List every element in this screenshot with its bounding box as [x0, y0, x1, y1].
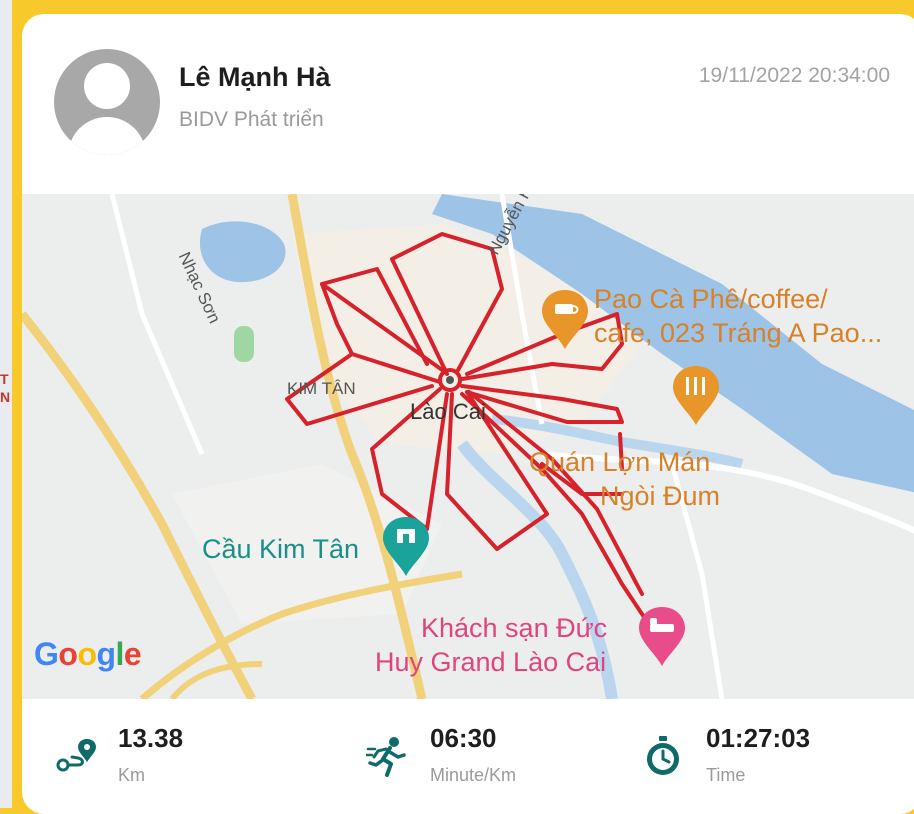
stopwatch-icon: [647, 736, 679, 775]
time-value: 01:27:03: [706, 723, 811, 753]
time-unit: Time: [706, 765, 746, 785]
pace-value: 06:30: [430, 723, 497, 753]
user-name[interactable]: Lê Mạnh Hà: [179, 62, 331, 93]
route-map[interactable]: Nguyễn Huệ Nhạc Sơn KIM TÂN Lào Cai Pao …: [22, 194, 914, 699]
previous-card-label: T N: [0, 371, 11, 405]
runner-icon: [366, 737, 406, 777]
pace-unit: Minute/Km: [430, 765, 517, 785]
route-icon: [56, 739, 96, 772]
poi-restaurant-label-2[interactable]: Ngòi Đum: [600, 481, 720, 512]
avatar-body-shape: [68, 117, 146, 155]
hotel-pin-icon: [639, 607, 685, 666]
area-label-kim-tan: KIM TÂN: [287, 379, 356, 398]
distance-value: 13.38: [118, 723, 184, 753]
poi-restaurant-label-1[interactable]: Quán Lợn Mán: [529, 447, 710, 478]
previous-card-edge: T N: [0, 0, 12, 808]
user-organization: BIDV Phát triển: [179, 108, 324, 131]
city-marker: [446, 376, 454, 384]
stat-time: 01:27:03 Time: [642, 721, 892, 791]
road-minor-1: [109, 194, 205, 455]
poi-bridge-label[interactable]: Cầu Kim Tân: [202, 534, 359, 565]
distance-unit: Km: [118, 765, 145, 785]
city-label: Lào Cai: [410, 399, 486, 424]
stat-distance: 13.38 Km: [54, 721, 304, 791]
poi-cafe-label-2[interactable]: cafe, 023 Tráng A Pao...: [594, 318, 882, 349]
activity-stats: 13.38 Km 06:30 Minute/Km 01:27:03 Time: [22, 709, 914, 814]
poi-cafe-label-1[interactable]: Pao Cà Phê/coffee/: [594, 284, 828, 315]
stat-pace: 06:30 Minute/Km: [366, 721, 616, 791]
restaurant-pin-icon: [673, 366, 719, 425]
poi-hotel-label-2[interactable]: Huy Grand Lào Cai: [375, 647, 606, 678]
post-timestamp: 19/11/2022 20:34:00: [698, 64, 890, 87]
avatar[interactable]: [54, 49, 160, 155]
google-logo: Google: [34, 636, 142, 672]
park: [234, 326, 254, 362]
poi-hotel-label-1[interactable]: Khách sạn Đức: [421, 613, 607, 644]
avatar-head-shape: [84, 63, 130, 109]
lake: [199, 221, 286, 283]
activity-card[interactable]: Lê Mạnh Hà BIDV Phát triển 19/11/2022 20…: [22, 14, 914, 814]
